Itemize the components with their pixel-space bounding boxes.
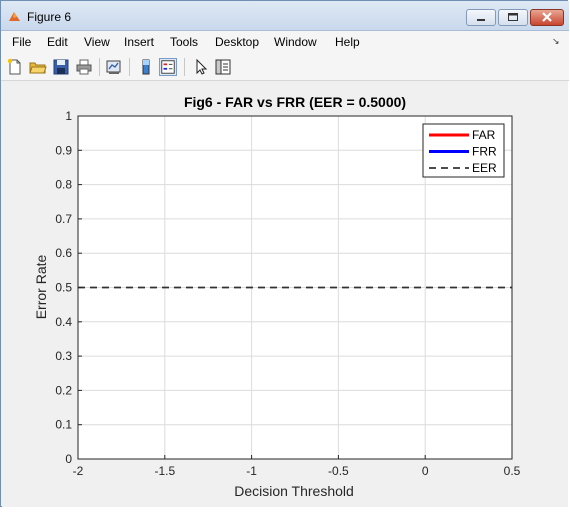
menu-desktop[interactable]: Desktop: [215, 35, 259, 49]
menu-file[interactable]: File: [12, 35, 31, 49]
menu-window[interactable]: Window: [274, 35, 317, 49]
menu-view[interactable]: View: [84, 35, 110, 49]
property-inspector-icon[interactable]: [214, 58, 232, 76]
y-tick-label: 0: [65, 452, 72, 466]
matlab-logo-icon: [9, 12, 20, 21]
minimize-icon: [477, 19, 485, 21]
x-tick-label: -0.5: [328, 464, 349, 478]
y-tick-label: 0.7: [55, 212, 72, 226]
minimize-button[interactable]: [466, 9, 496, 26]
y-tick-label: 0.8: [55, 178, 72, 192]
maximize-button[interactable]: [498, 9, 528, 26]
colorbar-icon[interactable]: [137, 58, 155, 76]
chart-title: Fig6 - FAR vs FRR (EER = 0.5000): [184, 94, 406, 110]
menu-insert[interactable]: Insert: [124, 35, 154, 49]
toolbar: [1, 53, 569, 81]
y-tick-label: 0.2: [55, 383, 72, 397]
legend[interactable]: FAR FRR EER: [422, 123, 505, 178]
chart: Fig6 - FAR vs FRR (EER = 0.5000) -2 -1.5 -…: [33, 94, 521, 499]
dock-arrow-icon[interactable]: ↘: [552, 36, 560, 47]
open-file-icon[interactable]: [29, 58, 47, 76]
title-bar: Figure 6: [1, 1, 569, 31]
y-tick-label: 1: [65, 109, 72, 123]
y-tick-label: 0.9: [55, 143, 72, 157]
save-icon[interactable]: [52, 58, 70, 76]
x-tick-label: 0: [422, 464, 429, 478]
toolbar-separator: [99, 58, 100, 76]
y-tick-label: 0.6: [55, 246, 72, 260]
legend-icon[interactable]: [159, 58, 177, 76]
toolbar-separator: [129, 58, 130, 76]
window-title: Figure 6: [27, 10, 72, 24]
link-plot-icon[interactable]: [105, 58, 123, 76]
x-tick-label: -1.5: [154, 464, 175, 478]
x-tick-label: -2: [73, 464, 84, 478]
print-icon[interactable]: [75, 58, 93, 76]
x-tick-label: 0.5: [504, 464, 521, 478]
menu-help[interactable]: Help: [335, 35, 360, 49]
x-tick-label: -1: [246, 464, 257, 478]
menu-tools[interactable]: Tools: [170, 35, 198, 49]
x-axis-label: Decision Threshold: [234, 483, 354, 499]
maximize-icon: [508, 13, 518, 21]
menu-edit[interactable]: Edit: [47, 35, 68, 49]
y-tick-label: 0.4: [55, 315, 72, 329]
menu-bar: File Edit View Insert Tools Desktop Wind…: [1, 31, 569, 53]
figure-canvas: Fig6 - FAR vs FRR (EER = 0.5000) -2 -1.5 -…: [2, 81, 568, 507]
close-button[interactable]: [530, 9, 564, 26]
new-figure-icon[interactable]: [6, 58, 24, 76]
y-axis-label: Error Rate: [33, 255, 49, 320]
legend-label: FAR: [472, 128, 496, 142]
y-tick-label: 0.1: [55, 418, 72, 432]
y-tick-label: 0.3: [55, 349, 72, 363]
toolbar-separator: [184, 58, 185, 76]
pointer-icon[interactable]: [192, 58, 210, 76]
legend-label: EER: [472, 161, 497, 175]
y-tick-label: 0.5: [55, 281, 72, 295]
close-icon: [542, 12, 552, 22]
legend-label: FRR: [472, 145, 497, 159]
figure-window: Figure 6 File Edit View Insert Tools Des…: [0, 0, 569, 507]
